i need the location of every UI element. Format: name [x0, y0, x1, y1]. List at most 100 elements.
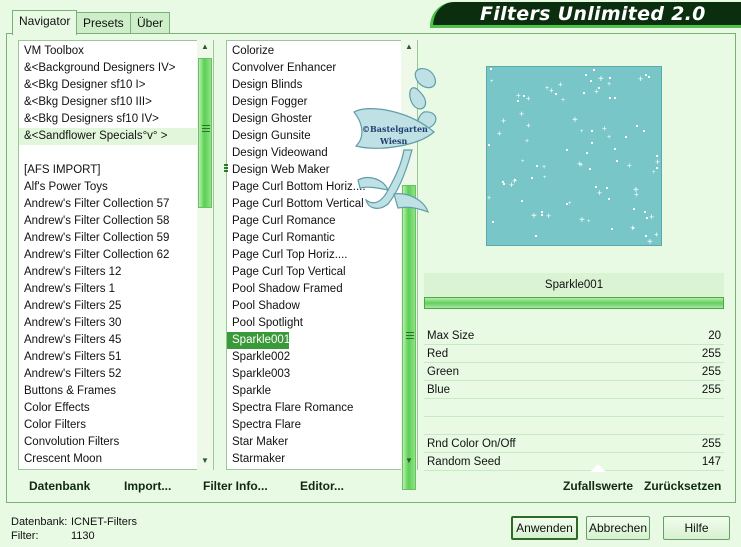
- category-item[interactable]: Color Effects: [19, 400, 197, 417]
- sparkle-icon: +: [497, 129, 502, 138]
- filter-item[interactable]: Page Curl Romantic: [227, 230, 335, 247]
- category-item[interactable]: Andrew's Filters 51: [19, 349, 197, 366]
- tab-about[interactable]: Über: [130, 12, 171, 34]
- database-button[interactable]: Datenbank: [29, 479, 90, 493]
- category-item[interactable]: &<Bkg Designer sf10 I>: [19, 77, 197, 94]
- category-item[interactable]: Andrew's Filters 1: [19, 281, 197, 298]
- category-item[interactable]: &<Bkg Designers sf10 IV>: [19, 111, 197, 128]
- param-row[interactable]: Max Size 20: [424, 327, 724, 345]
- sparkle-icon: +: [549, 86, 554, 95]
- sparkle-icon: [535, 235, 537, 237]
- filter-item[interactable]: Design Web Maker: [227, 162, 330, 179]
- filter-item[interactable]: Page Curl Top Horiz....: [227, 247, 347, 264]
- sparkle-icon: +: [597, 188, 603, 198]
- category-item[interactable]: VM Toolbox: [19, 43, 197, 60]
- category-item[interactable]: Andrew's Filter Collection 62: [19, 247, 197, 264]
- help-button[interactable]: Hilfe: [663, 516, 730, 540]
- filter-item[interactable]: Page Curl Bottom Vertical: [227, 196, 364, 213]
- filter-item[interactable]: Page Curl Romance: [227, 213, 336, 230]
- filter-item[interactable]: Page Curl Bottom Horiz....: [227, 179, 366, 196]
- filter-item[interactable]: Sparkle003: [227, 366, 290, 383]
- category-item[interactable]: Convolution Filters: [19, 434, 197, 451]
- category-item[interactable]: Andrew's Filter Collection 59: [19, 230, 197, 247]
- tab-presets[interactable]: Presets: [76, 12, 131, 34]
- category-item[interactable]: Andrew's Filters 45: [19, 332, 197, 349]
- grip-icon: [406, 332, 414, 339]
- filter-item[interactable]: Spectra Flare: [227, 417, 301, 434]
- category-item[interactable]: Andrew's Filter Collection 58: [19, 213, 197, 230]
- category-item[interactable]: Andrew's Filters 30: [19, 315, 197, 332]
- scroll-down-icon[interactable]: ▼: [197, 454, 213, 468]
- param-row[interactable]: Red 255: [424, 345, 724, 363]
- import-button[interactable]: Import...: [124, 479, 171, 493]
- filter-item[interactable]: Pool Spotlight: [227, 315, 303, 332]
- filter-item[interactable]: Sparkle001: [227, 332, 290, 349]
- category-item[interactable]: Color Filters: [19, 417, 197, 434]
- category-list[interactable]: VM Toolbox &<Background Designers IV> &<Bk…: [18, 40, 214, 470]
- category-item[interactable]: Andrew's Filters 52: [19, 366, 197, 383]
- sparkle-icon: [643, 130, 645, 132]
- apply-button[interactable]: Anwenden: [511, 516, 578, 540]
- param-value: 20: [708, 330, 721, 342]
- app-title: Filters Unlimited 2.0: [480, 3, 706, 25]
- scroll-thumb[interactable]: [402, 185, 416, 490]
- category-item[interactable]: Andrew's Filter Collection 57: [19, 196, 197, 213]
- category-item[interactable]: Andrew's Filters 25: [19, 298, 197, 315]
- sparkle-icon: +: [654, 230, 659, 239]
- filter-item[interactable]: Design Ghoster: [227, 111, 312, 128]
- sparkle-icon: [589, 168, 591, 170]
- filter-item[interactable]: Colorize: [227, 43, 274, 60]
- sparkle-icon: [517, 100, 519, 102]
- category-item[interactable]: &<Background Designers IV>: [19, 60, 197, 77]
- sparkle-icon: +: [652, 170, 656, 176]
- filter-info-button[interactable]: Filter Info...: [203, 479, 268, 493]
- sparkle-icon: +: [543, 175, 547, 181]
- filter-item[interactable]: Pool Shadow: [227, 298, 300, 315]
- scroll-thumb[interactable]: [198, 58, 212, 208]
- category-item[interactable]: Andrew's Filters 12: [19, 264, 197, 281]
- filter-item[interactable]: Page Curl Top Vertical: [227, 264, 346, 281]
- filter-item[interactable]: Convolver Enhancer: [227, 60, 336, 77]
- tab-navigator[interactable]: Navigator: [12, 10, 78, 35]
- scroll-down-icon[interactable]: ▼: [401, 454, 417, 468]
- sparkle-icon: +: [638, 74, 644, 84]
- category-scrollbar[interactable]: ▲ ▼: [197, 40, 213, 470]
- sparkle-icon: +: [598, 74, 604, 85]
- sparkle-icon: +: [519, 109, 525, 119]
- svg-text:©Bastelgarten: ©Bastelgarten: [362, 124, 428, 134]
- filter-item[interactable]: Design Blinds: [227, 77, 302, 94]
- filter-item[interactable]: Design Gunsite: [227, 128, 311, 145]
- sparkle-icon: +: [647, 237, 653, 246]
- scroll-up-icon[interactable]: ▲: [401, 40, 417, 54]
- filter-item[interactable]: Star Maker: [227, 434, 288, 451]
- param-row[interactable]: Random Seed 147: [424, 453, 724, 471]
- param-row[interactable]: Green 255: [424, 363, 724, 381]
- reset-button[interactable]: Zurücksetzen: [644, 479, 721, 493]
- filter-item[interactable]: Spectra Flare Romance: [227, 400, 353, 417]
- category-item[interactable]: Alf's Power Toys: [19, 179, 197, 196]
- param-row[interactable]: Blue 255: [424, 381, 724, 399]
- filter-name-slider: [424, 297, 724, 309]
- category-item[interactable]: [19, 145, 197, 162]
- svg-text:Wiesn: Wiesn: [379, 136, 407, 146]
- sparkle-icon: [625, 136, 627, 138]
- filter-item[interactable]: Sparkle: [227, 383, 271, 400]
- scroll-up-icon[interactable]: ▲: [197, 40, 213, 54]
- sparkle-icon: [541, 211, 543, 213]
- filter-item[interactable]: Design Videowand: [227, 145, 328, 162]
- category-item[interactable]: Crescent Moon: [19, 451, 197, 468]
- filter-item[interactable]: Design Fogger: [227, 94, 307, 111]
- param-row[interactable]: Rnd Color On/Off 255: [424, 435, 724, 453]
- category-item[interactable]: &<Sandflower Specials°v° >: [19, 128, 197, 145]
- filter-item[interactable]: Pool Shadow Framed: [227, 281, 343, 298]
- sparkle-icon: +: [594, 87, 599, 96]
- filter-item[interactable]: Sparkle002: [227, 349, 290, 366]
- cancel-button[interactable]: Abbrechen: [586, 516, 650, 540]
- filter-item[interactable]: Starmaker: [227, 451, 285, 468]
- randomize-button[interactable]: Zufallswerte: [563, 479, 633, 493]
- category-item[interactable]: Buttons & Frames: [19, 383, 197, 400]
- sparkle-icon: [645, 74, 647, 76]
- editor-button[interactable]: Editor...: [300, 479, 344, 493]
- category-item[interactable]: &<Bkg Designer sf10 III>: [19, 94, 197, 111]
- category-item[interactable]: [AFS IMPORT]: [19, 162, 197, 179]
